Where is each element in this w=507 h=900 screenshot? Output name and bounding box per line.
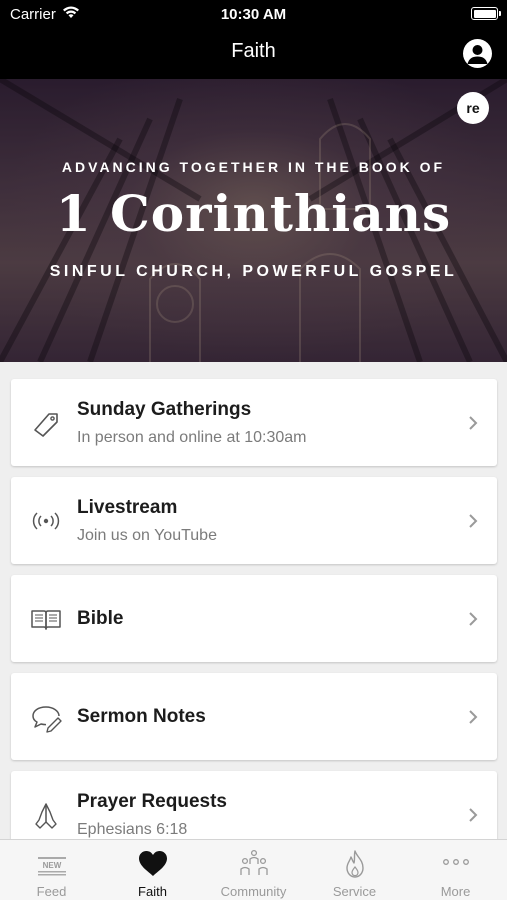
- prayer-requests-item[interactable]: Prayer Requests Ephesians 6:18: [11, 771, 497, 839]
- tab-feed[interactable]: NEW Feed: [1, 840, 102, 900]
- tag-icon: [34, 413, 58, 437]
- tab-service[interactable]: Service: [304, 840, 405, 900]
- flame-icon: [345, 850, 364, 878]
- chevron-right-icon: [469, 416, 478, 430]
- tab-bar: NEW Feed Faith Community Service More: [0, 839, 507, 900]
- user-icon: [467, 45, 488, 64]
- chevron-right-icon: [469, 710, 478, 724]
- item-subtitle: Ephesians 6:18: [77, 821, 188, 838]
- speech-bubble-pencil-icon: [32, 706, 62, 733]
- hero-banner[interactable]: ADVANCING TOGETHER IN THE BOOK OF 1 Cori…: [0, 79, 507, 362]
- item-subtitle: Join us on YouTube: [77, 527, 217, 544]
- tab-label: Faith: [138, 884, 167, 899]
- hero-kicker: ADVANCING TOGETHER IN THE BOOK OF: [61, 159, 446, 175]
- chevron-right-icon: [469, 514, 478, 528]
- profile-button[interactable]: [463, 39, 492, 68]
- item-title: Livestream: [77, 497, 178, 518]
- hero-tagline: SINFUL CHURCH, POWERFUL GOSPEL: [49, 263, 458, 280]
- news-icon: NEW: [37, 857, 66, 876]
- tab-label: Feed: [36, 884, 67, 899]
- chevron-right-icon: [469, 612, 478, 626]
- new-badge: NEW: [42, 861, 61, 870]
- item-title: Bible: [77, 608, 124, 629]
- page-title: Faith: [231, 40, 276, 62]
- item-subtitle: In person and online at 10:30am: [77, 429, 307, 446]
- tab-faith[interactable]: Faith: [102, 840, 203, 900]
- item-title: Sermon Notes: [77, 706, 206, 727]
- book-icon: [31, 610, 61, 630]
- faith-menu-list: Sunday Gatherings In person and online a…: [0, 362, 507, 839]
- chevron-right-icon: [469, 808, 478, 822]
- tab-label: More: [440, 884, 471, 899]
- church-logo: re: [457, 92, 489, 124]
- item-title: Prayer Requests: [77, 791, 227, 812]
- item-title: Sunday Gatherings: [77, 399, 252, 420]
- tab-label: Community: [220, 884, 287, 899]
- tab-label: Service: [332, 884, 377, 899]
- nav-bar: Faith: [0, 28, 507, 79]
- livestream-item[interactable]: Livestream Join us on YouTube: [11, 477, 497, 564]
- clock: 10:30 AM: [220, 6, 287, 23]
- bible-item[interactable]: Bible: [11, 575, 497, 662]
- tab-more[interactable]: More: [405, 840, 506, 900]
- tab-community[interactable]: Community: [203, 840, 304, 900]
- broadcast-icon: [32, 512, 60, 530]
- battery-icon: [471, 7, 501, 20]
- praying-hands-icon: [35, 803, 57, 829]
- sunday-gatherings-item[interactable]: Sunday Gatherings In person and online a…: [11, 379, 497, 466]
- hero-title: 1 Corinthians: [55, 184, 452, 243]
- people-icon: [239, 849, 268, 875]
- status-bar: Carrier 10:30 AM: [0, 0, 507, 28]
- ellipsis-icon: [442, 859, 469, 865]
- heart-icon: [138, 851, 167, 876]
- sermon-notes-item[interactable]: Sermon Notes: [11, 673, 497, 760]
